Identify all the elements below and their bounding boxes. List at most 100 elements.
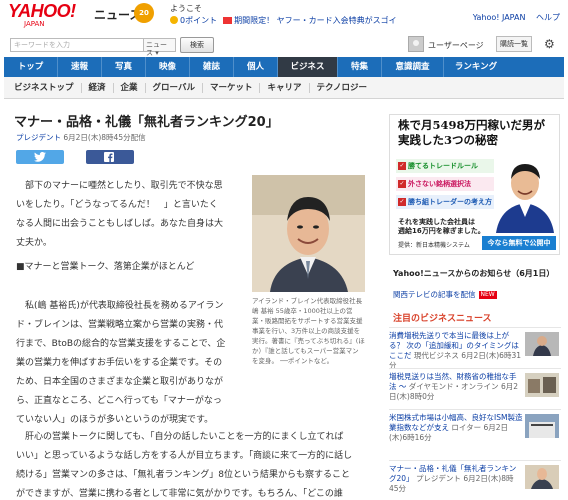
gear-icon[interactable]: ⚙: [544, 37, 555, 51]
news-source: ダイヤモンド・オンライン: [408, 382, 499, 391]
search-button[interactable]: 検索: [180, 37, 214, 53]
paragraph-line: 部下のマナーに唖然としたり、取引先で不快な思: [25, 181, 223, 191]
ad-item-label: 外さない銘柄選択法: [408, 180, 471, 188]
tab-breaking[interactable]: 速報: [58, 57, 102, 77]
yahoo-japan-logo[interactable]: YAHOO! JAPAN: [8, 2, 92, 28]
twitter-share-button[interactable]: [16, 150, 64, 164]
news-item-text: 増税見送りは当然、財務省の稚拙な手法 ～ ダイヤモンド・オンライン 6月2日(木…: [389, 372, 523, 402]
ad-headline: 株で月5498万円稼いだ男が 実践した3つの秘密: [398, 118, 545, 148]
paragraph-line: 丈夫か。: [16, 238, 52, 248]
main-nav: トップ 速報 写真 映像 雑誌 個人 ビジネス 特集 意識調査 ランキング: [4, 57, 564, 77]
share-bar: [16, 150, 136, 164]
facebook-share-button[interactable]: [86, 150, 134, 164]
subnav-economy[interactable]: 経済: [82, 82, 114, 93]
ad-list-item: ✓ 勝てるトレードルール: [396, 159, 494, 173]
article-subheading: ■マナーと営業トーク、落第企業がほとんど: [16, 258, 194, 277]
coin-icon: [170, 16, 178, 24]
article-paragraph: 肝心の営業トークに関しても、「自分の話したいことを一方的にまくし立てれば いい」…: [16, 428, 386, 500]
check-icon: ✓: [398, 198, 406, 206]
help-link[interactable]: ヘルプ: [536, 13, 560, 22]
paragraph-line: なる人間に出会うこともしばしば。あなた自身は大: [16, 219, 224, 229]
business-subnav: ビジネストップ 経済 企業 グローバル マーケット キャリア テクノロジー: [4, 77, 564, 99]
paragraph-line: ら、正直なところ、どこへ行っても「マナーがなっ: [16, 396, 222, 406]
article-meta: プレジデント 6月2日(木)8時45分配信: [16, 132, 146, 143]
check-icon: ✓: [398, 162, 406, 170]
paragraph-line: いい」と思っているような話し方をする人が目立ちます。「商談に来て一方的に話し: [16, 451, 353, 461]
yahoo-japan-link[interactable]: Yahoo! JAPAN: [473, 13, 526, 22]
news-thumbnail: [525, 332, 559, 356]
notice-item: 関西テレビの記事を配信 NEW: [393, 289, 497, 300]
facebook-icon: [104, 152, 114, 162]
ad-item-label: 勝ち組トレーダーの考え方: [408, 198, 492, 206]
paragraph-line: ド・ブレインは、営業戦略立案から営業の実務・代: [16, 320, 224, 330]
paragraph-line: 行まで、BtoBの総合的な営業支援をすることで、企: [16, 339, 226, 349]
tab-features[interactable]: 特集: [338, 57, 382, 77]
news-source: ロイター: [451, 423, 482, 432]
ad-headline-line: 実践した3つの秘密: [398, 133, 499, 147]
tab-survey[interactable]: 意識調査: [382, 57, 444, 77]
subnav-market[interactable]: マーケット: [203, 82, 261, 93]
article-paragraph: 部下のマナーに唖然としたり、取引先で不快な思 いをしたり。「どうなってるんだ！ …: [16, 177, 223, 253]
site-header: YAHOO! JAPAN ニュース 20 ようこそ 0ポイント 期間限定！ ヤフー…: [0, 0, 568, 32]
article-photo[interactable]: [252, 175, 365, 292]
user-page-link[interactable]: ユーザーページ: [404, 34, 494, 56]
subnav-technology[interactable]: テクノロジー: [310, 83, 375, 93]
user-page-label: ユーザーページ: [428, 41, 484, 50]
news-item-text: マナー・品格・礼儀「無礼者ランキング20」 プレジデント 6月2日(木)8時45…: [389, 464, 523, 494]
tab-photos[interactable]: 写真: [102, 57, 146, 77]
advertisement[interactable]: 株で月5498万円稼いだ男が 実践した3つの秘密 ✓ 勝てるトレードルール ✓ 外さ…: [389, 114, 560, 255]
article-paragraph: 私(嶋 基裕氏)が代表取締役社長を務めるアイラン ド・ブレインは、営業戦略立案か…: [16, 297, 225, 430]
notice-link[interactable]: 関西テレビの記事を配信: [393, 290, 476, 299]
news-thumbnail: [525, 465, 559, 489]
anniversary-badge: 20: [134, 3, 154, 23]
logo-text: YAHOO!: [8, 1, 76, 21]
business-news-title: 注目のビジネスニュース: [393, 314, 492, 324]
ad-item-label: 勝てるトレードルール: [408, 162, 478, 170]
ad-body: それを実践した会社員は 週給16万円を稼ぎました。: [398, 218, 485, 236]
tab-individual[interactable]: 個人: [234, 57, 278, 77]
subnav-career[interactable]: キャリア: [260, 82, 310, 93]
search-input[interactable]: キーワードを入力: [10, 38, 144, 52]
tab-business[interactable]: ビジネス: [278, 57, 338, 77]
paragraph-line: 私(嶋 基裕氏)が代表取締役社長を務めるアイラン: [25, 301, 224, 311]
paragraph-line: ができますが、営業に携わる者として非常に気がかりです。もちろん、「どこの誰: [16, 489, 343, 499]
news-item-text: 米国株式市場は小幅高、良好なISM製造業指数などが支え ロイター 6月2日(木)…: [389, 413, 523, 443]
paragraph-line: ため、日本全国のさまざまな企業と取引がありなが: [16, 377, 224, 387]
subnav-global[interactable]: グローバル: [146, 82, 203, 93]
ad-headline-line: 株で月5498万円稼いだ男が: [398, 118, 546, 132]
subnav-companies[interactable]: 企業: [114, 82, 146, 93]
tab-top[interactable]: トップ: [4, 57, 58, 77]
new-badge: NEW: [478, 291, 497, 299]
flag-icon: [223, 17, 233, 24]
news-list-item[interactable]: 米国株式市場は小幅高、良好なISM製造業指数などが支え ロイター 6月2日(木)…: [389, 409, 561, 443]
ad-person-image: [496, 164, 554, 233]
points-link[interactable]: 0ポイント: [180, 16, 217, 25]
article-source-link[interactable]: プレジデント: [16, 133, 61, 142]
paragraph-line: いをしたり。「どうなってるんだ！ 」と言いたく: [16, 200, 218, 210]
points-row: 0ポイント 期間限定！ ヤフー・カード入会特典がスゴイ: [170, 15, 397, 26]
paragraph-line: 続ける」営業マンの多さは、「無礼者ランキング」8位という結果からも察すること: [16, 470, 350, 480]
news-list-item[interactable]: マナー・品格・礼儀「無礼者ランキング20」 プレジデント 6月2日(木)8時45…: [389, 460, 561, 494]
ad-cta-button[interactable]: 今なら無料で公開中: [482, 236, 556, 250]
ad-list-item: ✓ 外さない銘柄選択法: [396, 177, 494, 191]
tab-ranking[interactable]: ランキング: [444, 57, 508, 77]
news-list-item[interactable]: 増税見送りは当然、財務省の稚拙な手法 ～ ダイヤモンド・オンライン 6月2日(木…: [389, 368, 561, 402]
subnav-business-top[interactable]: ビジネストップ: [4, 82, 82, 93]
notices-title: Yahoo!ニュースからのお知らせ（6月1日）: [393, 269, 555, 278]
news-list-item[interactable]: 消費増税先送りで本当に最後は上がる？ 次の「追加緩和」のタイミングはここだ 現代…: [389, 327, 561, 371]
ad-list-item: ✓ 勝ち組トレーダーの考え方: [396, 195, 494, 209]
paragraph-line: 肝心の営業トークに関しても、「自分の話したいことを一方的にまくし立てれば: [25, 432, 344, 442]
ad-body-line: 週給16万円を稼ぎました。: [398, 227, 485, 235]
promo-link[interactable]: 期間限定！ ヤフー・カード入会特典がスゴイ: [234, 16, 397, 25]
logo-subtext: JAPAN: [24, 20, 45, 28]
photo-caption: アイランド・ブレイン代表取締役社長 嶋 基裕 55歳卒・1000社以上の営業・販…: [252, 297, 369, 365]
tab-video[interactable]: 映像: [146, 57, 190, 77]
news-thumbnail: [525, 373, 559, 397]
ad-body-line: それを実践した会社員は: [398, 218, 475, 226]
search-scope-select[interactable]: ニュース ▾: [144, 38, 176, 57]
header-links: Yahoo! JAPAN ヘルプ: [473, 12, 560, 23]
tab-magazine[interactable]: 雑誌: [190, 57, 234, 77]
paragraph-line: 業の営業力を伸ばすお手伝いをする企業です。その: [16, 358, 223, 368]
avatar: [408, 36, 424, 52]
subscription-button[interactable]: 購読一覧: [496, 36, 532, 52]
